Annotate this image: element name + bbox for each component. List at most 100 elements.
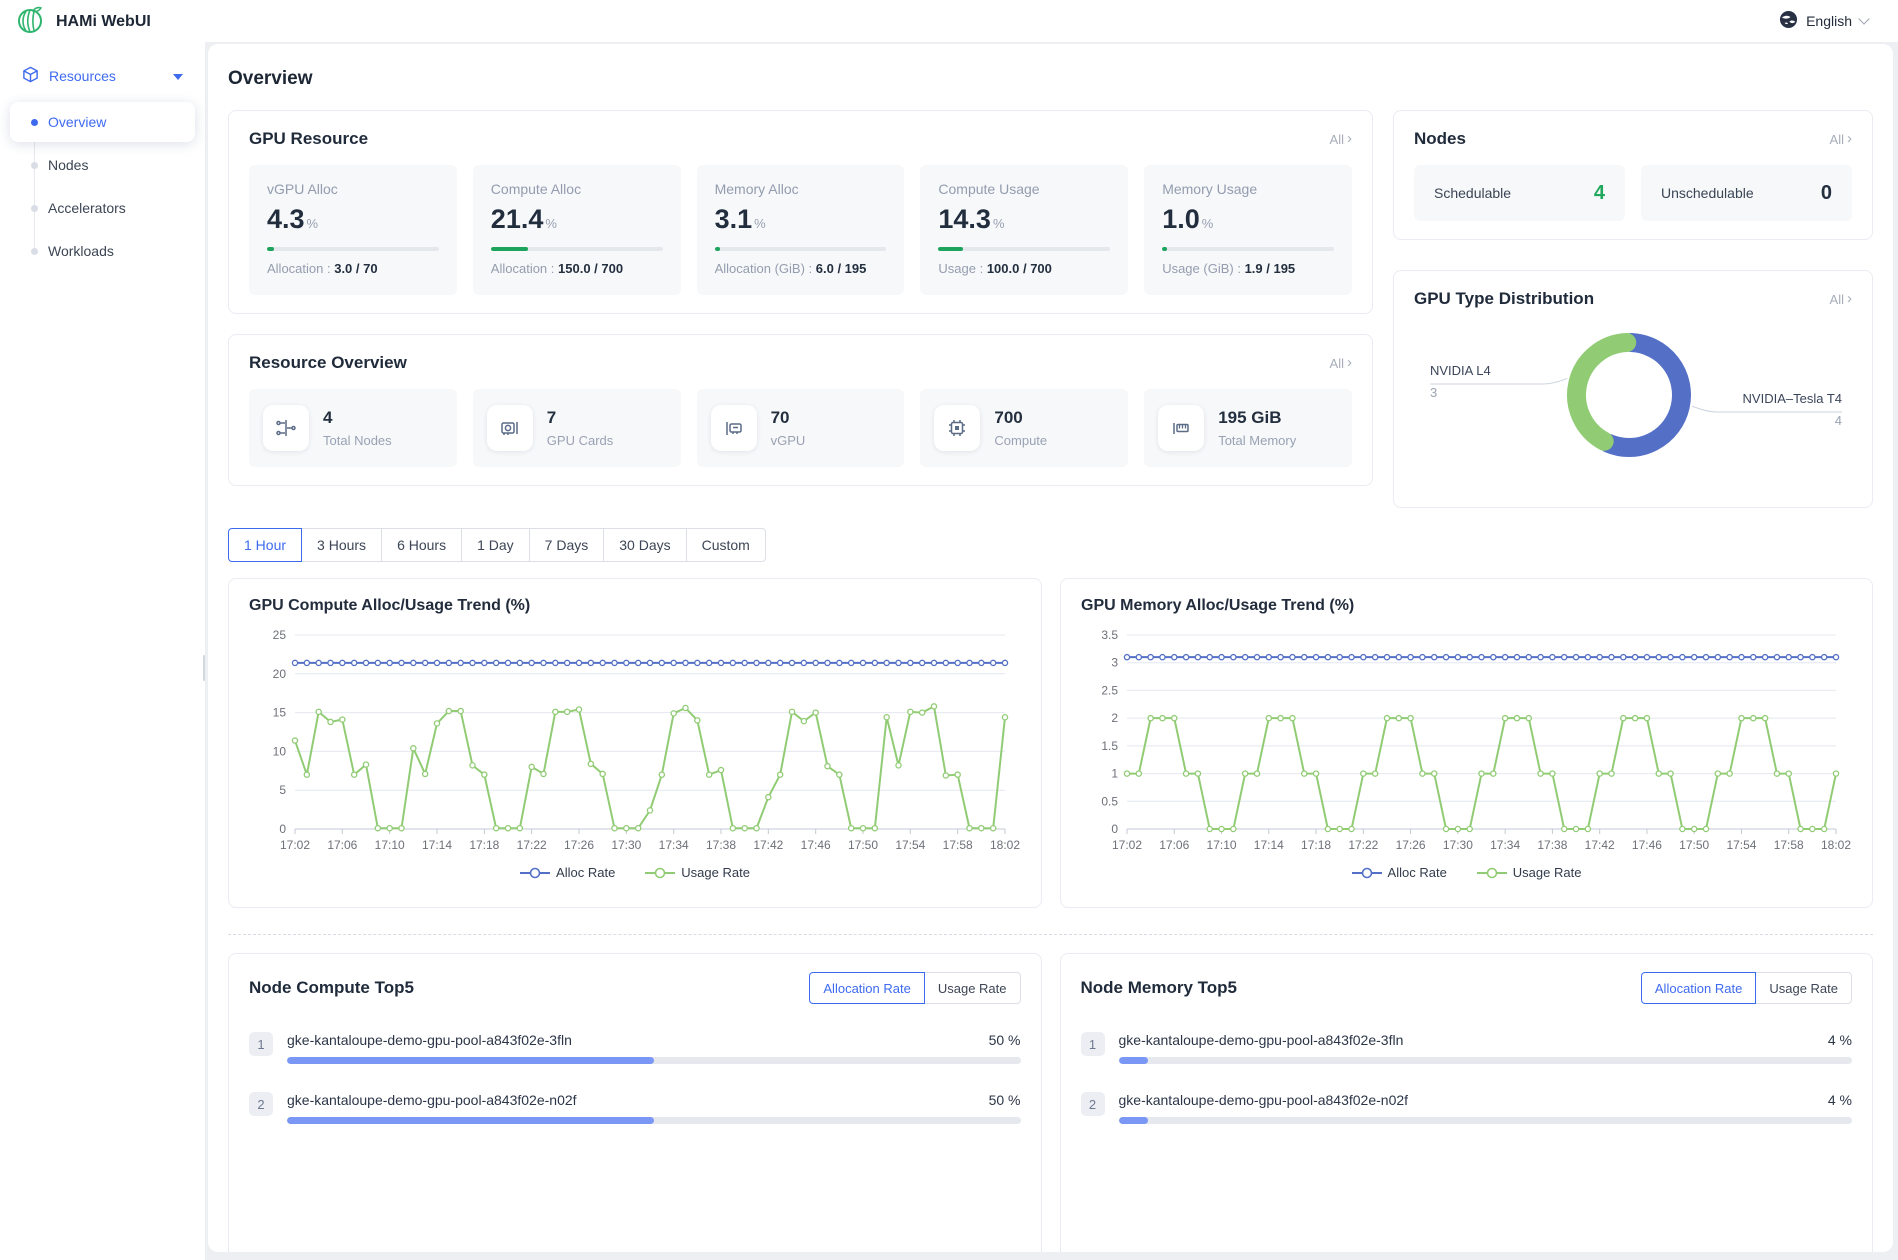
tab-6-hours[interactable]: 6 Hours [381, 528, 462, 562]
sidebar-item-workloads[interactable]: Workloads [10, 231, 195, 271]
node-value: 50 % [989, 1092, 1021, 1108]
globe-icon [1779, 10, 1798, 32]
progress-bar [1119, 1057, 1853, 1064]
svg-text:1: 1 [1111, 767, 1118, 781]
section-divider [228, 934, 1873, 935]
svg-text:0: 0 [1111, 822, 1118, 836]
tab-3-hours[interactable]: 3 Hours [301, 528, 382, 562]
tab-30-days[interactable]: 30 Days [603, 528, 686, 562]
rate-toggle-group: Allocation Rate Usage Rate [1641, 972, 1852, 1004]
gpu-compute-trend-card: GPU Compute Alloc/Usage Trend (%) 051015… [228, 578, 1042, 908]
svg-text:17:02: 17:02 [280, 838, 310, 852]
progress-bar [1119, 1117, 1853, 1124]
stat-value: 4 [1594, 182, 1605, 205]
app-logo-row: HAMi WebUI [0, 0, 205, 44]
svg-text:17:58: 17:58 [943, 838, 973, 852]
sidebar-item-overview[interactable]: Overview [10, 102, 195, 142]
svg-text:3: 3 [1111, 656, 1118, 670]
gpu-type-all-link[interactable]: All› [1830, 292, 1852, 307]
chevron-right-icon: › [1847, 131, 1852, 146]
chart-legend: Alloc Rate Usage Rate [249, 865, 1021, 880]
resource-item-total-nodes: 4 Total Nodes [249, 389, 457, 467]
usage-rate-toggle[interactable]: Usage Rate [1755, 972, 1852, 1004]
svg-text:2: 2 [1111, 711, 1118, 725]
sidebar-item-nodes[interactable]: Nodes [10, 145, 195, 185]
top-grid: GPU Resource All› vGPU Alloc 4.3% Alloca… [228, 110, 1873, 508]
svg-text:25: 25 [273, 628, 287, 642]
gpu-compute-trend-chart: 051015202517:0217:0617:1017:1417:1817:22… [249, 619, 1021, 863]
progress-bar [1162, 247, 1334, 251]
topbar: English [205, 0, 1898, 42]
svg-text:17:30: 17:30 [1443, 838, 1473, 852]
allocation-rate-toggle[interactable]: Allocation Rate [1641, 972, 1756, 1004]
chevron-right-icon: › [1847, 291, 1852, 306]
schedulable-stat: Schedulable 4 [1414, 165, 1625, 221]
svg-text:0.5: 0.5 [1101, 794, 1118, 808]
cube-icon [22, 66, 39, 86]
gpu-memory-trend-chart: 00.511.522.533.517:0217:0617:1017:1417:1… [1081, 619, 1852, 863]
stat-vgpu-alloc: vGPU Alloc 4.3% Allocation : 3.0 / 70 [249, 165, 457, 295]
legend-usage-rate[interactable]: Usage Rate [645, 865, 750, 880]
svg-text:17:22: 17:22 [517, 838, 547, 852]
svg-text:17:42: 17:42 [1585, 838, 1615, 852]
allocation-rate-toggle[interactable]: Allocation Rate [809, 972, 924, 1004]
resource-value: 4 [323, 408, 392, 428]
legend-alloc-rate[interactable]: Alloc Rate [520, 865, 615, 880]
left-column: GPU Resource All› vGPU Alloc 4.3% Alloca… [228, 110, 1373, 508]
unschedulable-stat: Unschedulable 0 [1641, 165, 1852, 221]
svg-text:17:42: 17:42 [753, 838, 783, 852]
nodes-card: Nodes All› Schedulable 4 Unschedula [1393, 110, 1873, 240]
table-row: 2 gke-kantaloupe-demo-gpu-pool-a843f02e-… [249, 1092, 1021, 1124]
gpu-type-donut-chart: NVIDIA L4 3 NVIDIA–Tesla T4 4 [1414, 317, 1852, 489]
tab-7-days[interactable]: 7 Days [529, 528, 605, 562]
svg-text:17:54: 17:54 [1726, 838, 1756, 852]
resource-value: 7 [547, 408, 613, 428]
resource-value: 70 [771, 408, 806, 428]
progress-bar [267, 247, 439, 251]
chart-title: GPU Memory Alloc/Usage Trend (%) [1081, 597, 1852, 615]
chart-title: GPU Compute Alloc/Usage Trend (%) [249, 597, 1021, 615]
svg-text:1.5: 1.5 [1101, 739, 1118, 753]
svg-text:17:26: 17:26 [564, 838, 594, 852]
resource-label: Total Nodes [323, 433, 392, 448]
bullet-dot-icon [31, 205, 38, 212]
progress-bar [938, 247, 1110, 251]
svg-text:17:18: 17:18 [469, 838, 499, 852]
gpu-resource-card: GPU Resource All› vGPU Alloc 4.3% Alloca… [228, 110, 1373, 314]
stat-footer: Usage (GiB) : 1.9 / 195 [1162, 261, 1334, 276]
sidebar-item-label: Accelerators [48, 200, 126, 216]
tab-custom[interactable]: Custom [686, 528, 766, 562]
resource-label: GPU Cards [547, 433, 613, 448]
resource-overview-all-link[interactable]: All› [1330, 356, 1352, 371]
svg-text:3.5: 3.5 [1101, 628, 1118, 642]
gpu-resource-all-link[interactable]: All› [1330, 132, 1352, 147]
svg-text:17:34: 17:34 [659, 838, 689, 852]
usage-rate-toggle[interactable]: Usage Rate [924, 972, 1021, 1004]
language-selector[interactable]: English [1779, 10, 1868, 32]
legend-alloc-rate[interactable]: Alloc Rate [1352, 865, 1447, 880]
stat-footer: Usage : 100.0 / 700 [938, 261, 1110, 276]
resource-label: Total Memory [1218, 433, 1296, 448]
nodes-all-link[interactable]: All› [1830, 132, 1852, 147]
legend-usage-rate[interactable]: Usage Rate [1477, 865, 1582, 880]
tab-1-hour[interactable]: 1 Hour [228, 528, 302, 562]
stat-memory-usage: Memory Usage 1.0% Usage (GiB) : 1.9 / 19… [1144, 165, 1352, 295]
sidebar-item-label: Overview [48, 114, 106, 130]
bullet-dot-icon [31, 162, 38, 169]
sidebar: HAMi WebUI Resources Overview [0, 0, 205, 1260]
tab-1-day[interactable]: 1 Day [461, 528, 530, 562]
chevron-right-icon: › [1347, 355, 1352, 370]
resource-item-gpu-cards: 7 GPU Cards [473, 389, 681, 467]
stat-value: 14.3% [938, 204, 1110, 235]
node-name: gke-kantaloupe-demo-gpu-pool-a843f02e-n0… [1119, 1092, 1409, 1108]
svg-text:20: 20 [273, 667, 287, 681]
svg-text:17:58: 17:58 [1774, 838, 1804, 852]
svg-text:17:14: 17:14 [1254, 838, 1284, 852]
progress-bar [715, 247, 887, 251]
svg-text:17:06: 17:06 [327, 838, 357, 852]
sidebar-resize-handle[interactable] [203, 655, 205, 681]
stat-value: 0 [1821, 182, 1832, 205]
sidebar-item-accelerators[interactable]: Accelerators [10, 188, 195, 228]
sidebar-item-resources[interactable]: Resources [10, 58, 195, 94]
stat-label: Schedulable [1434, 185, 1511, 201]
